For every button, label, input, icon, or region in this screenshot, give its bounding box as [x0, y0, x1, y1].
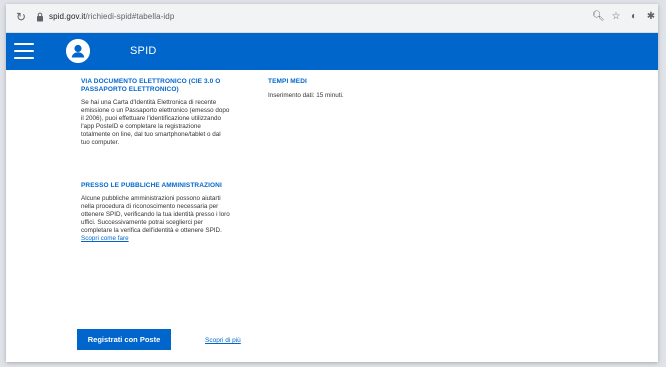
url-path: /richiedi-spid#tabella-idp — [85, 12, 175, 21]
section-times-body: Inserimento dati: 15 minuti. — [268, 92, 344, 99]
section-cie-title: VIA DOCUMENTO ELETTRONICO (CIE 3.0 O PAS… — [81, 78, 221, 93]
register-button[interactable]: Registrati con Poste — [77, 329, 171, 350]
section-pa-body: Alcune pubbliche amministrazioni possono… — [81, 195, 230, 234]
url-host: spid.gov.it — [49, 12, 86, 21]
site-header: SPID — [6, 33, 658, 70]
learn-more-link[interactable]: Scopri di più — [205, 337, 241, 344]
section-pa-text: Alcune pubbliche amministrazioni possono… — [81, 195, 231, 243]
user-avatar-icon[interactable] — [66, 39, 90, 63]
section-cie: VIA DOCUMENTO ELETTRONICO (CIE 3.0 O PAS… — [81, 78, 231, 147]
browser-window: ↻ spid.gov.it/richiedi-spid#tabella-idp … — [6, 4, 658, 362]
reload-icon[interactable]: ↻ — [14, 10, 28, 24]
zoom-icon[interactable]: 🔍︎ — [592, 11, 605, 23]
section-pa-title: PRESSO LE PUBBLICHE AMMINISTRAZIONI — [81, 182, 222, 189]
lock-icon — [37, 12, 43, 22]
section-cie-body: Se hai una Carta d'Identità Elettronica … — [81, 99, 230, 146]
section-pa-link[interactable]: Scopri come fare — [81, 235, 129, 242]
section-times: TEMPI MEDI Inserimento dati: 15 minuti. — [268, 78, 428, 100]
menu-icon[interactable] — [14, 43, 34, 59]
site-brand[interactable]: SPID — [130, 45, 156, 57]
bookmark-star-icon[interactable]: ☆ — [610, 11, 622, 23]
extensions-puzzle-icon[interactable]: ✱ — [645, 11, 657, 23]
section-times-title: TEMPI MEDI — [268, 78, 307, 85]
extension-circle-icon[interactable]: ◐ — [628, 11, 640, 23]
browser-toolbar: ↻ spid.gov.it/richiedi-spid#tabella-idp … — [6, 4, 658, 33]
section-pa: PRESSO LE PUBBLICHE AMMINISTRAZIONI Alcu… — [81, 182, 231, 243]
address-bar[interactable]: spid.gov.it/richiedi-spid#tabella-idp — [49, 12, 174, 21]
